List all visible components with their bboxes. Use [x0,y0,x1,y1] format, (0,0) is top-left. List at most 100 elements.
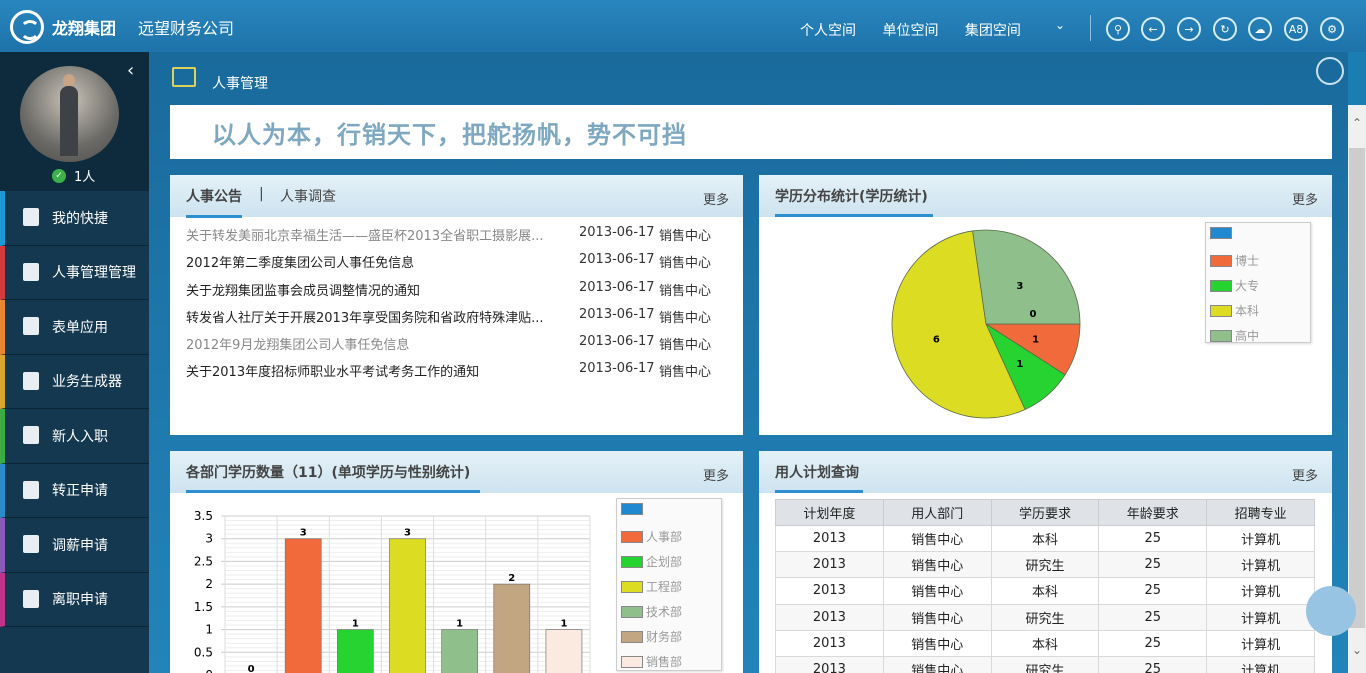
back-icon[interactable]: ← [1141,17,1165,41]
table-cell: 2013 [775,577,884,605]
list-item[interactable]: 2012年9月龙翔集团公司人事任免信息 2013-06-17 销售中心 [170,328,743,355]
bar-legend: 人事部 企划部 工程部 技术部 财务部 销售部 [616,498,722,671]
notice-more-link[interactable]: 更多 [703,189,729,208]
notice-title[interactable]: 关于转发美丽北京幸福生活——盛臣杯2013全省职工摄影展... [186,225,543,244]
dept-panel: 各部门学历数量（11）(单项学历与性别统计) 更多 0 0.5 1 1.5 2 2.5 3 3… [170,451,743,673]
search-icon[interactable]: ⚲ [1106,17,1130,41]
sidebar-item-3[interactable]: 业务生成器 [0,354,149,409]
table-cell: 研究生 [990,603,1100,631]
legend-label: 工程部 [646,580,683,594]
sidebar-item-6[interactable]: 调薪申请 [0,518,149,573]
notice-title[interactable]: 2012年第二季度集团公司人事任免信息 [186,252,414,271]
table-cell: 2013 [775,524,884,553]
table-row[interactable]: 2013 销售中心 本科 25 计算机 [775,629,1315,657]
nav-group-space[interactable]: 集团空间 [965,23,1021,39]
chevron-down-icon[interactable]: ⌄ [1055,18,1065,32]
column-header: 年龄要求 [1098,499,1208,526]
notice-title[interactable]: 关于2013年度招标师职业水平考试考务工作的通知 [186,361,479,380]
speaker-icon[interactable] [1306,586,1356,636]
sidebar-item-5[interactable]: 转正申请 [0,463,149,518]
sidebar-item-7[interactable]: 离职申请 [0,572,149,627]
y-tick-label: 2 [205,577,213,591]
notice-dept: 销售中心 [659,283,712,299]
notice-date: 2013-06-17 [579,279,655,295]
logo-icon [10,10,44,44]
settings-icon[interactable]: ⚙ [1320,17,1344,41]
nav-personal-space[interactable]: 个人空间 [800,23,856,39]
legend-label: 技术部 [646,605,683,619]
column-header: 学历要求 [990,499,1100,526]
legend-swatch [621,530,643,543]
breadcrumb: 人事管理 [212,76,268,92]
pie-data-label: 1 [1016,359,1023,370]
list-item[interactable]: 转发省人社厅关于开展2013年享受国务院和省政府特殊津贴... 2013-06-1… [170,301,743,328]
vertical-scrollbar[interactable]: ⌃ ⌄ [1348,105,1366,673]
chevron-left-icon[interactable]: ‹ [127,60,134,81]
scrollbar-thumb[interactable] [1349,148,1365,628]
legend-swatch [621,605,643,618]
sidebar-item-label: 表单应用 [52,319,108,336]
bar-data-label: 1 [456,619,463,630]
table-row[interactable]: 2013 销售中心 研究生 25 计算机 [775,655,1315,673]
tab-notice[interactable]: 人事公告 [186,186,242,218]
column-header: 用人部门 [882,499,992,526]
pie-legend: 博士 大专 本科 高中 [1205,222,1311,343]
table-cell: 25 [1098,629,1208,657]
forward-icon[interactable]: → [1177,17,1201,41]
sidebar-item-4[interactable]: 新人入职 [0,409,149,464]
notice-date: 2013-06-17 [579,361,655,377]
table-cell: 研究生 [990,655,1100,673]
clock-icon[interactable] [1316,57,1344,85]
legend-swatch [621,655,643,668]
list-item[interactable]: 关于龙翔集团监事会成员调整情况的通知 2013-06-17 销售中心 [170,274,743,301]
legend-label: 博士 [1235,254,1260,268]
menu-item-icon [23,371,39,390]
table-cell: 2013 [775,603,884,631]
toolbar-divider [1090,15,1091,41]
notice-title[interactable]: 转发省人社厅关于开展2013年享受国务院和省政府特殊津贴... [186,307,543,326]
profile-panel: ‹ ✓ 1人 [0,52,149,191]
a8-icon[interactable]: A8 [1284,17,1308,41]
legend-label: 企划部 [646,555,683,569]
bar-data-label: 1 [560,619,567,630]
menu-item-icon [23,535,39,553]
nav-unit-space[interactable]: 单位空间 [882,23,938,39]
tab-survey[interactable]: 人事调查 [280,186,336,206]
sidebar-item-2[interactable]: 表单应用 [0,300,149,355]
notice-title[interactable]: 关于龙翔集团监事会成员调整情况的通知 [186,280,420,299]
dept-more-link[interactable]: 更多 [703,465,729,484]
scroll-down-icon[interactable]: ⌄ [1352,643,1362,657]
notice-dept: 销售中心 [659,338,712,354]
list-item[interactable]: 2012年第二季度集团公司人事任免信息 2013-06-17 销售中心 [170,246,743,273]
refresh-icon[interactable]: ↻ [1213,17,1237,41]
legend-swatch [1210,279,1232,292]
plan-more-link[interactable]: 更多 [1292,465,1318,484]
list-item[interactable]: 关于2013年度招标师职业水平考试考务工作的通知 2013-06-17 销售中心 [170,355,743,382]
legend-item: 高中 [1210,327,1259,344]
edu-title: 学历分布统计(学历统计) [775,189,928,205]
scroll-up-icon[interactable]: ⌃ [1352,116,1362,130]
bar [441,629,478,673]
pie-data-label: 1 [1032,335,1039,346]
table-cell: 计算机 [1206,551,1315,579]
list-item[interactable]: 关于转发美丽北京幸福生活——盛臣杯2013全省职工摄影展... 2013-06-1… [170,219,743,246]
pie-data-label: 6 [933,335,940,346]
y-tick-label: 1 [205,623,213,637]
sidebar-item-0[interactable]: 我的快捷 [0,191,149,246]
bar-data-label: 1 [352,619,359,630]
table-cell: 25 [1098,524,1208,553]
legend-label: 高中 [1235,329,1260,343]
table-row[interactable]: 2013 销售中心 研究生 25 计算机 [775,551,1315,579]
cloud-icon[interactable]: ☁ [1248,17,1272,41]
notice-title[interactable]: 2012年9月龙翔集团公司人事任免信息 [186,334,409,353]
notice-date: 2013-06-17 [579,334,655,350]
edu-more-link[interactable]: 更多 [1292,189,1318,208]
table-cell: 计算机 [1206,655,1315,673]
avatar[interactable] [20,66,119,162]
notice-dept: 销售中心 [659,256,712,272]
table-row[interactable]: 2013 销售中心 本科 25 计算机 [775,524,1315,553]
sidebar-item-1[interactable]: 人事管理管理 [0,245,149,300]
table-row[interactable]: 2013 销售中心 本科 25 计算机 [775,577,1315,605]
table-row[interactable]: 2013 销售中心 研究生 25 计算机 [775,603,1315,631]
table-cell: 销售中心 [882,655,992,673]
